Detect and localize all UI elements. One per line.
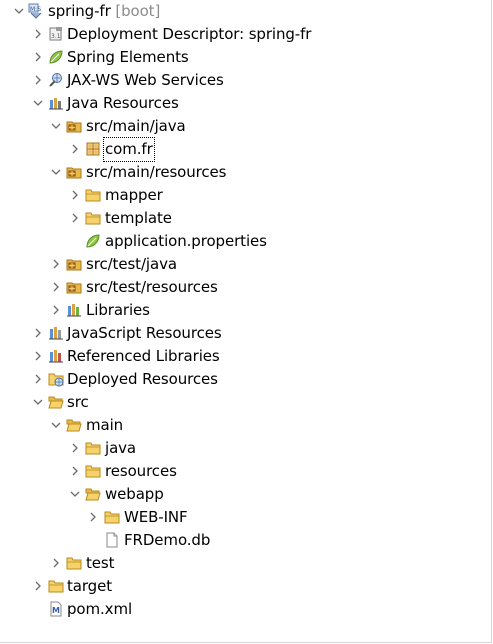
- chevron-down-icon[interactable]: [51, 161, 63, 184]
- tree-item-label: mapper: [105, 186, 163, 204]
- folder-icon: [48, 578, 64, 594]
- tree-item-label: target: [67, 577, 113, 595]
- open-folder-icon: [48, 394, 64, 410]
- tree-item-label: src/main/resources: [86, 163, 227, 181]
- tree-item-label: test: [86, 554, 115, 572]
- tree-item-label: template: [105, 209, 172, 227]
- chevron-right-icon[interactable]: [33, 23, 45, 46]
- tree-item-label: com.fr: [103, 137, 155, 162]
- source-folder-icon: [66, 118, 82, 134]
- open-folder-icon: [85, 486, 101, 502]
- source-folder-icon: [66, 279, 82, 295]
- chevron-down-icon[interactable]: [51, 414, 63, 437]
- javascript-resources-icon: [48, 325, 64, 341]
- project-name: spring-fr [boot]: [48, 2, 161, 20]
- chevron-down-icon[interactable]: [33, 391, 45, 414]
- project-boot-decorator: [boot]: [115, 2, 161, 20]
- chevron-right-icon[interactable]: [70, 184, 82, 207]
- file-icon: [104, 532, 120, 548]
- chevron-right-icon[interactable]: [70, 437, 82, 460]
- chevron-right-icon[interactable]: [70, 138, 82, 161]
- deployed-resources-icon: [48, 371, 64, 387]
- chevron-right-icon[interactable]: [51, 552, 63, 575]
- tree-item-label: pom.xml: [67, 600, 133, 618]
- folder-icon: [85, 463, 101, 479]
- chevron-right-icon[interactable]: [70, 460, 82, 483]
- maven-pom-icon: M: [48, 601, 64, 617]
- tree-item-label: Deployed Resources: [67, 370, 218, 388]
- tree-item-label: Java Resources: [67, 94, 179, 112]
- tree-item-label: main: [86, 416, 124, 434]
- tree-item-label: Libraries: [86, 301, 150, 319]
- folder-icon: [104, 509, 120, 525]
- tree-item-label: Referenced Libraries: [67, 347, 220, 365]
- tree-item-label: JavaScript Resources: [67, 324, 222, 342]
- spring-leaf-icon: [85, 233, 101, 249]
- tree-item-label: WEB-INF: [124, 508, 188, 526]
- chevron-right-icon[interactable]: [51, 276, 63, 299]
- chevron-down-icon[interactable]: [33, 92, 45, 115]
- tree-item-label: application.properties: [105, 232, 267, 250]
- folder-icon: [85, 210, 101, 226]
- tree-item-label: src/test/java: [86, 255, 177, 273]
- chevron-right-icon[interactable]: [51, 299, 63, 322]
- tree-item-label: Spring Elements: [67, 48, 189, 66]
- folder-icon: [85, 440, 101, 456]
- package-icon: [85, 141, 101, 157]
- chevron-right-icon[interactable]: [33, 69, 45, 92]
- tree-item-label: JAX-WS Web Services: [67, 71, 224, 89]
- spring-leaf-icon: [48, 49, 64, 65]
- source-folder-icon: [66, 164, 82, 180]
- svg-text:M:S: M:S: [30, 6, 41, 13]
- tree-item-label: resources: [105, 462, 177, 480]
- chevron-right-icon[interactable]: [33, 368, 45, 391]
- libraries-icon: [66, 302, 82, 318]
- open-folder-icon: [66, 417, 82, 433]
- chevron-right-icon[interactable]: [88, 506, 100, 529]
- source-folder-icon: [66, 256, 82, 272]
- tree-item-label: FRDemo.db: [124, 531, 211, 549]
- referenced-libraries-icon: [48, 348, 64, 364]
- chevron-right-icon[interactable]: [33, 46, 45, 69]
- folder-icon: [66, 555, 82, 571]
- tree-item-label: java: [105, 439, 137, 457]
- chevron-down-icon[interactable]: [14, 0, 26, 23]
- tree-item-label: Deployment Descriptor: spring-fr: [67, 25, 312, 43]
- chevron-down-icon[interactable]: [70, 483, 82, 506]
- tree-item-label: src: [67, 393, 89, 411]
- chevron-right-icon[interactable]: [33, 575, 45, 598]
- tree-item-label: src/test/resources: [86, 278, 218, 296]
- deployment-descriptor-icon: 3.1: [48, 26, 64, 42]
- chevron-right-icon[interactable]: [33, 322, 45, 345]
- svg-text:3.1: 3.1: [51, 33, 61, 40]
- chevron-right-icon[interactable]: [33, 345, 45, 368]
- tree-item-label: webapp: [105, 485, 164, 503]
- web-services-icon: [48, 72, 64, 88]
- java-resources-icon: [48, 95, 64, 111]
- tree-item-label: src/main/java: [86, 117, 186, 135]
- chevron-right-icon[interactable]: [70, 207, 82, 230]
- web-project-icon: M:S: [28, 3, 44, 19]
- svg-text:M: M: [52, 606, 60, 615]
- chevron-down-icon[interactable]: [51, 115, 63, 138]
- folder-icon: [85, 187, 101, 203]
- chevron-right-icon[interactable]: [51, 253, 63, 276]
